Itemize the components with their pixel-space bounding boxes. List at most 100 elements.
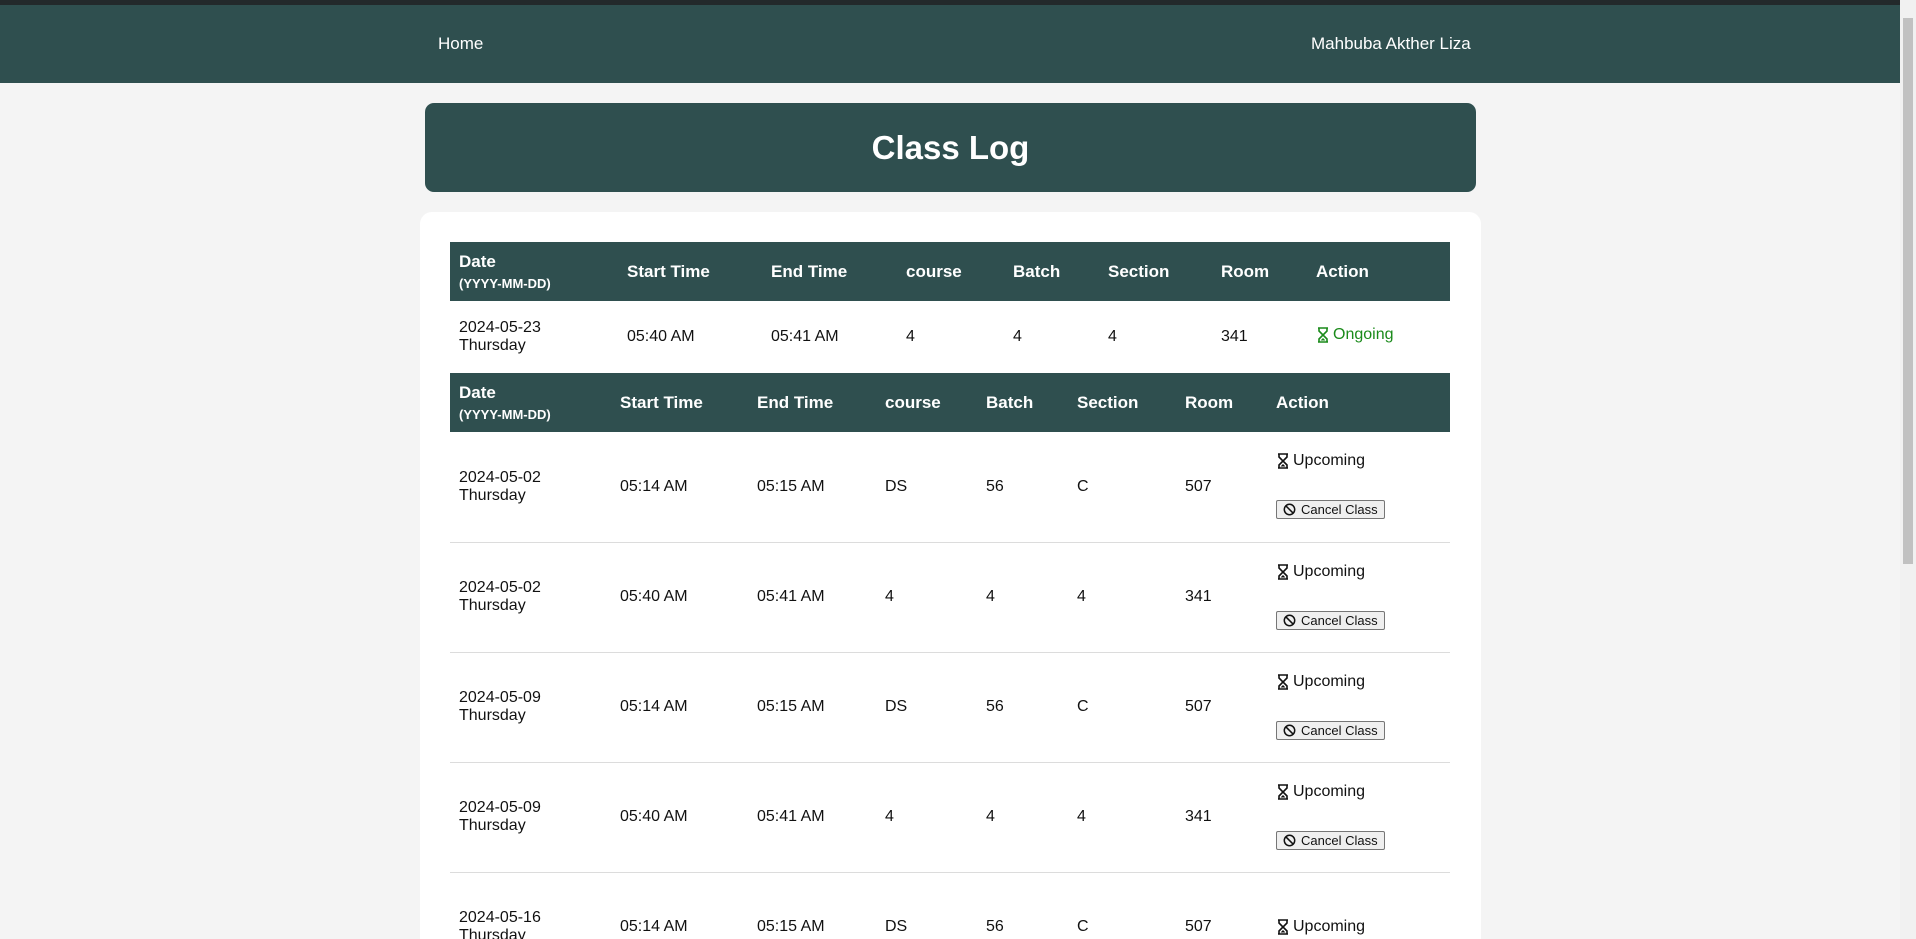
ban-icon [1283,614,1296,626]
cell-course: DS [885,477,908,495]
ongoing-row: 2024-05-23 Thursday 05:40 AM 05:41 AM 4 4… [450,301,1450,372]
status-badge-upcoming: Upcoming [1276,452,1450,470]
cell-start: 05:40 AM [620,808,688,825]
ongoing-table: Date (YYYY-MM-DD) Start Time End Time cou… [450,242,1450,372]
cell-section: C [1077,918,1089,935]
status-badge-upcoming: Upcoming [1276,918,1450,936]
scrollbar-thumb[interactable] [1903,18,1913,564]
page-title: Class Log [871,128,1030,166]
header-room: Room [1212,242,1307,301]
cell-batch: 4 [986,808,995,825]
cell-room: 341 [1221,327,1248,345]
cell-end: 05:15 AM [757,698,825,715]
cancel-class-button[interactable]: Cancel Class [1276,720,1385,740]
status-badge-upcoming: Upcoming [1276,673,1450,691]
cancel-class-button[interactable]: Cancel Class [1276,500,1385,520]
cell-course: DS [885,698,908,715]
table-row: 2024-05-02 Thursday 05:40 AM 05:41 AM 4 4… [450,542,1450,652]
hourglass-icon [1278,919,1288,935]
cell-start: 05:40 AM [627,327,695,345]
header-date-label: Date [459,383,496,402]
status-badge-upcoming: Upcoming [1276,563,1450,581]
cell-start: 05:40 AM [620,588,688,605]
header-start-time: Start Time [611,373,748,432]
cell-end: 05:41 AM [771,327,839,345]
cell-course: 4 [885,808,894,825]
date-value: 2024-05-16 [459,909,541,926]
cell-room: 507 [1185,698,1212,715]
hourglass-icon [1278,563,1288,580]
status-text: Ongoing [1333,325,1394,343]
header-end-time: End Time [762,242,897,301]
date-value: 2024-05-02 [459,468,541,486]
header-room: Room [1176,373,1267,432]
upcoming-table: Date (YYYY-MM-DD) Start Time End Time cou… [450,373,1450,939]
ongoing-header-row: Date (YYYY-MM-DD) Start Time End Time cou… [450,242,1450,301]
cell-room: 341 [1185,588,1212,605]
status-text: Upcoming [1293,782,1366,800]
navbar: Home Mahbuba Akther Liza [0,5,1900,83]
date-value: 2024-05-09 [459,689,541,706]
header-action: Action [1267,373,1450,432]
status-text: Upcoming [1293,452,1366,470]
cell-batch: 56 [986,918,1004,935]
cancel-class-button[interactable]: Cancel Class [1276,830,1385,850]
cell-end: 05:15 AM [757,918,825,935]
hourglass-icon [1278,783,1288,800]
cancel-class-label: Cancel Class [1301,722,1378,738]
cell-section: C [1077,698,1089,715]
day-value: Thursday [459,927,526,939]
table-row: 2024-05-16 Thursday 05:14 AM 05:15 AM DS … [450,872,1450,939]
ban-icon [1283,724,1296,736]
header-course: course [876,373,977,432]
day-value: Thursday [459,817,526,834]
table-row: 2024-05-02 Thursday 05:14 AM 05:15 AM DS … [450,432,1450,542]
header-end-time: End Time [748,373,876,432]
cell-date: 2024-05-16 Thursday [450,872,611,939]
nav-home-link[interactable]: Home [438,34,483,54]
cell-batch: 56 [986,477,1004,495]
cell-section: 4 [1077,808,1086,825]
header-date-format: (YYYY-MM-DD) [459,276,551,291]
day-value: Thursday [459,707,526,724]
header-section: Section [1068,373,1176,432]
cell-date: 2024-05-23 Thursday [450,301,618,372]
cancel-class-label: Cancel Class [1301,832,1378,848]
cell-action: Upcoming Cancel Class [1267,652,1450,762]
header-date: Date (YYYY-MM-DD) [450,373,611,432]
cell-section: 4 [1077,588,1086,605]
table-row: 2024-05-09 Thursday 05:14 AM 05:15 AM DS … [450,652,1450,762]
cell-end: 05:41 AM [757,588,825,605]
cell-batch: 4 [986,588,995,605]
title-banner: Class Log [425,103,1476,192]
day-value: Thursday [459,597,526,614]
header-batch: Batch [977,373,1068,432]
ban-icon [1283,503,1296,516]
status-text: Upcoming [1293,562,1366,580]
cancel-class-label: Cancel Class [1301,612,1378,628]
cell-room: 507 [1185,477,1212,495]
cell-room: 507 [1185,918,1212,935]
cell-action: Ongoing [1307,301,1450,372]
cancel-class-label: Cancel Class [1301,502,1378,518]
cell-start: 05:14 AM [620,918,688,935]
date-value: 2024-05-02 [459,579,541,596]
cell-date: 2024-05-09 Thursday [450,762,611,872]
cell-course: 4 [885,588,894,605]
status-text: Upcoming [1293,918,1366,935]
status-badge-ongoing: Ongoing [1316,326,1394,344]
cell-date: 2024-05-02 Thursday [450,432,611,542]
nav-user-name[interactable]: Mahbuba Akther Liza [1311,34,1471,54]
cell-start: 05:14 AM [620,477,688,495]
cell-action: Upcoming Cancel Class [1267,542,1450,652]
cell-action: Upcoming [1267,872,1450,939]
header-start-time: Start Time [618,242,762,301]
header-date-format: (YYYY-MM-DD) [459,407,551,422]
cancel-class-button[interactable]: Cancel Class [1276,610,1385,630]
cell-end: 05:15 AM [757,477,825,495]
header-section: Section [1099,242,1212,301]
cell-start: 05:14 AM [620,698,688,715]
date-value: 2024-05-09 [459,799,541,816]
header-course: course [897,242,1004,301]
cell-course: 4 [906,327,915,345]
